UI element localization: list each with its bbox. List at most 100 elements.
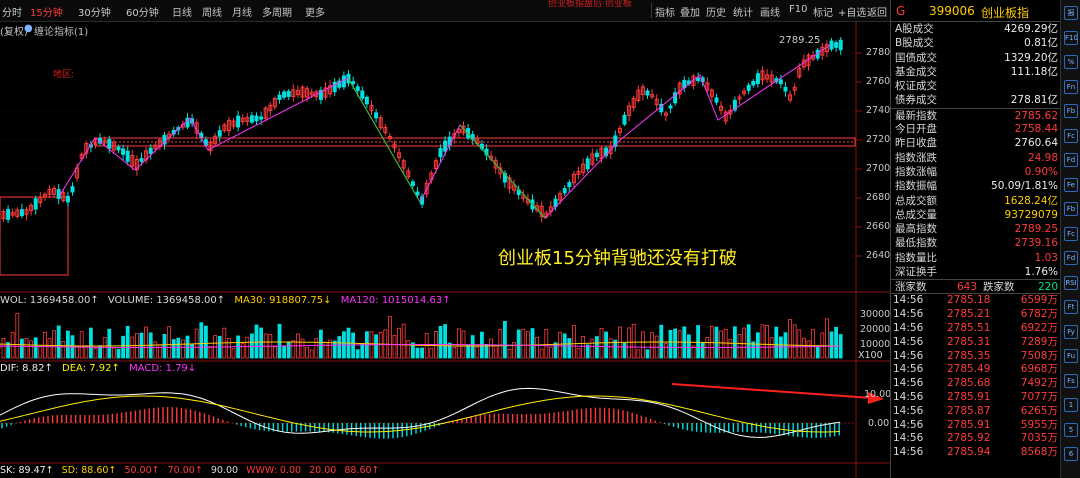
quote-row: 最低指数 2739.16 xyxy=(891,236,1060,250)
candle-body xyxy=(249,115,254,123)
quote-row: 指数振幅 50.09/1.81% xyxy=(891,179,1060,193)
volume-bar xyxy=(825,318,829,359)
volume-bar xyxy=(162,334,167,359)
index-name[interactable]: 创业板指 xyxy=(981,4,1029,21)
side-tool-icon[interactable]: Fd xyxy=(1064,153,1078,167)
candle-body xyxy=(594,152,599,158)
side-tool-icon[interactable]: Fs xyxy=(1064,373,1078,388)
volume-bar xyxy=(125,326,130,359)
candle-body xyxy=(121,148,126,155)
chart-grid xyxy=(0,22,890,478)
volume-bar xyxy=(756,332,760,359)
volume-bar xyxy=(558,332,562,359)
side-tool-icon[interactable]: 6 xyxy=(1064,447,1078,461)
chart-canvas[interactable] xyxy=(0,0,890,478)
quote-row-label: 指数量比 xyxy=(895,251,937,264)
volume-bar xyxy=(742,327,746,359)
quote-row-value: 4269.29亿 xyxy=(1004,23,1058,35)
side-tool-icon[interactable]: Ft xyxy=(1064,300,1078,314)
tick-price: 2785.35 xyxy=(947,349,991,362)
candle-body xyxy=(746,84,751,91)
vol-axis-label: 30000 xyxy=(860,309,891,320)
quote-row: 基金成交 111.18亿 xyxy=(891,65,1060,79)
volume-bar xyxy=(641,331,645,359)
volume-bar xyxy=(38,346,43,359)
volume-bar xyxy=(272,346,277,359)
volume-bar xyxy=(323,341,328,359)
side-tool-icon[interactable]: RSI xyxy=(1064,275,1078,290)
candle-body xyxy=(236,115,241,128)
volume-bar xyxy=(728,339,733,359)
candle-body xyxy=(415,191,420,196)
quote-row-value: 278.81亿 xyxy=(1010,94,1058,107)
segment-line xyxy=(347,77,421,203)
side-tool-icon[interactable]: Fe xyxy=(1064,177,1078,192)
volume-bar xyxy=(309,349,314,359)
y-axis-label: 2680 xyxy=(866,192,891,203)
volume-bar xyxy=(355,349,360,359)
side-tool-icon[interactable]: Fc xyxy=(1064,128,1078,143)
side-tool-icon[interactable]: Fy xyxy=(1064,324,1078,339)
side-tool-icon[interactable]: F10 xyxy=(1064,30,1078,45)
volume-bar xyxy=(153,341,158,359)
quote-row-label: 最低指数 xyxy=(895,237,937,250)
side-tool-icon[interactable]: Fc xyxy=(1064,226,1078,241)
tick-row: 14:56 2785.87 6265万 xyxy=(891,405,1060,419)
quote-row-value: 0.81亿 xyxy=(1024,37,1058,50)
candle-body xyxy=(282,91,287,98)
quote-row-label: 指数涨幅 xyxy=(895,165,937,178)
quote-row: 指数量比 1.03 xyxy=(891,251,1060,265)
side-tool-icon[interactable]: % xyxy=(1064,55,1078,69)
tick-row: 14:56 2785.68 7492万 xyxy=(891,377,1060,391)
side-tool-icon[interactable]: Fb xyxy=(1064,202,1078,216)
side-tool-icon[interactable]: 报 xyxy=(1064,6,1078,20)
volume-bar xyxy=(650,332,654,359)
vol-axis-label: 10000 xyxy=(860,339,891,350)
volume-bar xyxy=(378,332,383,359)
side-tool-icon[interactable]: Fd xyxy=(1064,251,1078,265)
volume-bar xyxy=(190,343,195,359)
volume-bar xyxy=(539,348,544,359)
candle-body xyxy=(834,42,839,48)
side-icon-bar: 报 F10% Fn Fb Fc Fd Fe Fb Fc Fd RSI Ft Fy Fu Fs 1 5 6 xyxy=(1060,0,1080,478)
volume-bar xyxy=(15,313,20,359)
side-tool-icon[interactable]: Fb xyxy=(1064,104,1078,118)
candle-body xyxy=(33,198,38,210)
volume-bar xyxy=(535,336,539,359)
volume-bar xyxy=(447,342,452,359)
tick-volume: 7289万 xyxy=(1020,335,1058,348)
quote-row-value: 1628.24亿 xyxy=(1004,194,1058,207)
side-tool-icon[interactable]: 1 xyxy=(1064,398,1078,412)
volume-bar xyxy=(723,328,728,359)
quote-row: B股成交 0.81亿 xyxy=(891,36,1060,50)
quote-row: 指数涨幅 0.90% xyxy=(891,165,1060,179)
macd-axis-label: 10.00 xyxy=(864,389,892,400)
volume-bar xyxy=(802,337,806,359)
volume-bar xyxy=(572,325,576,359)
side-tool-icon[interactable]: Fn xyxy=(1064,79,1078,94)
y-axis-label: 2740 xyxy=(866,105,891,116)
volume-bar xyxy=(733,326,737,359)
tick-list[interactable]: 14:56 2785.18 6599万 14:56 2785.21 6782万 14:56 2… xyxy=(891,294,1060,460)
up-count-label: 涨家数 xyxy=(895,281,927,294)
volume-value: VOLUME: 1369458.00↑ xyxy=(107,295,226,306)
candle-body xyxy=(351,81,356,85)
sd-value: SD: 88.60↑ xyxy=(61,465,117,476)
candle-body xyxy=(148,147,153,154)
area-label: 地区: xyxy=(53,70,75,80)
volume-bar xyxy=(401,323,406,359)
volume-bar xyxy=(521,328,526,359)
kd-legend: SK: 89.47↑ SD: 88.60↑ 50.00↑ 70.00↑ 90.0… xyxy=(0,465,380,476)
dea-value: DEA: 7.92↑ xyxy=(62,363,120,374)
side-tool-icon[interactable]: 5 xyxy=(1064,422,1078,437)
index-code[interactable]: 399006 xyxy=(929,4,975,18)
volume-bar xyxy=(760,324,765,359)
quote-row-value: 2758.44 xyxy=(1014,123,1058,136)
tick-volume: 5955万 xyxy=(1020,418,1058,431)
quote-row-value: 2789.25 xyxy=(1014,223,1058,236)
tick-row: 14:56 2785.21 6782万 xyxy=(891,308,1060,322)
quote-row-label: 债券成交 xyxy=(895,94,937,107)
side-tool-icon[interactable]: Fu xyxy=(1064,349,1078,363)
tick-row: 14:56 2785.94 8568万 xyxy=(891,446,1060,460)
volume-bar xyxy=(627,327,631,359)
